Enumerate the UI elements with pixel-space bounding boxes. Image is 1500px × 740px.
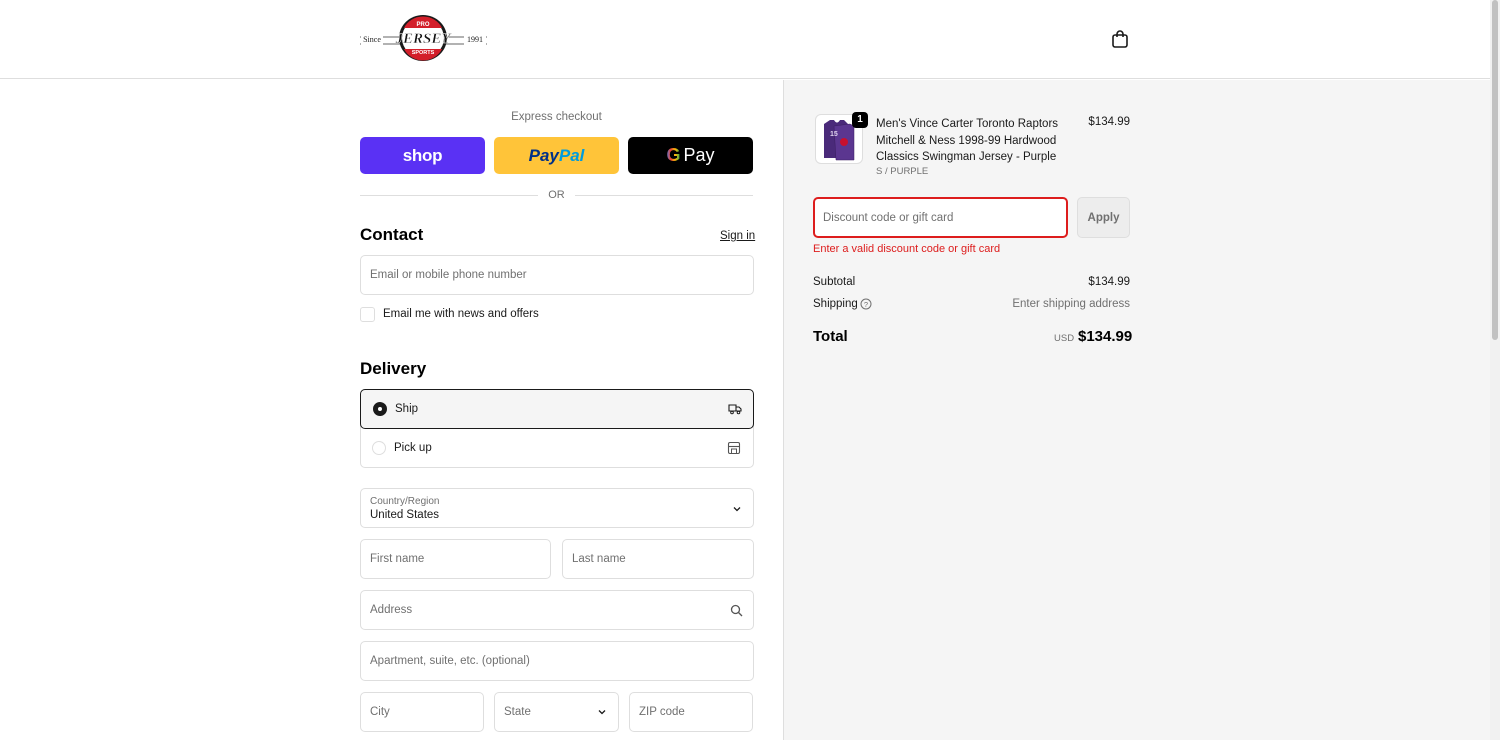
shop-pay-button[interactable]: shop bbox=[360, 137, 485, 174]
logo-pro-text: PRO bbox=[416, 22, 429, 28]
news-checkbox-label: Email me with news and offers bbox=[383, 308, 539, 320]
shipping-label: Shipping bbox=[813, 298, 858, 310]
apply-discount-button[interactable]: Apply bbox=[1077, 197, 1130, 238]
last-name-field[interactable]: Last name bbox=[562, 539, 754, 579]
ship-radio[interactable] bbox=[373, 402, 387, 416]
contact-title: Contact bbox=[360, 225, 424, 244]
zip-field[interactable]: ZIP code bbox=[629, 692, 753, 732]
country-select-label: Country/Region bbox=[370, 496, 440, 507]
shipping-value: Enter shipping address bbox=[1012, 298, 1130, 310]
subtotal-label: Subtotal bbox=[813, 276, 856, 288]
page-scrollbar[interactable] bbox=[1490, 0, 1500, 740]
address-placeholder: Address bbox=[370, 604, 413, 616]
chevron-down-icon bbox=[733, 507, 741, 512]
apartment-field[interactable]: Apartment, suite, etc. (optional) bbox=[360, 641, 754, 681]
email-field[interactable]: Email or mobile phone number bbox=[360, 255, 754, 295]
or-label: OR bbox=[548, 189, 565, 201]
delivery-option-ship[interactable]: Ship bbox=[360, 389, 754, 429]
discount-error-message: Enter a valid discount code or gift card bbox=[813, 243, 1001, 255]
paypal-button[interactable]: Pay Pal bbox=[494, 137, 619, 174]
page-header: Since 1991 PRO JERSEY SPORTS bbox=[0, 0, 1490, 79]
first-name-field[interactable]: First name bbox=[360, 539, 551, 579]
product-variant: S / PURPLE bbox=[876, 166, 929, 177]
total-value: $134.99 bbox=[1078, 328, 1133, 345]
address-field[interactable]: Address bbox=[360, 590, 754, 630]
total-label: Total bbox=[813, 328, 848, 345]
google-pay-button[interactable]: G Pay bbox=[628, 137, 753, 174]
store-icon bbox=[727, 441, 741, 455]
google-pay-label: Pay bbox=[683, 145, 715, 165]
logo-since-text: Since bbox=[363, 35, 381, 44]
discount-code-field[interactable]: Discount code or gift card bbox=[813, 197, 1068, 238]
jersey-number: 15 bbox=[830, 131, 838, 138]
product-price: $134.99 bbox=[1088, 116, 1130, 128]
sign-in-link[interactable]: Sign in bbox=[720, 230, 755, 242]
shop-pay-label: shop bbox=[402, 145, 443, 165]
state-select-label: State bbox=[504, 706, 531, 718]
country-select[interactable]: Country/Region United States bbox=[360, 488, 754, 528]
total-currency: USD bbox=[1054, 333, 1075, 344]
truck-icon bbox=[728, 404, 742, 415]
logo-sports-text: SPORTS bbox=[412, 50, 435, 56]
subtotal-value: $134.99 bbox=[1088, 276, 1130, 288]
search-icon bbox=[730, 604, 743, 617]
svg-text:?: ? bbox=[864, 300, 868, 309]
help-circle-icon[interactable]: ? bbox=[860, 298, 872, 310]
pickup-label: Pick up bbox=[394, 442, 432, 454]
city-field[interactable]: City bbox=[360, 692, 484, 732]
delivery-title: Delivery bbox=[360, 359, 427, 378]
chevron-down-icon bbox=[598, 710, 606, 715]
country-select-value: United States bbox=[370, 509, 440, 521]
store-logo[interactable]: Since 1991 PRO JERSEY SPORTS bbox=[360, 14, 487, 62]
delivery-option-pickup[interactable]: Pick up bbox=[360, 429, 754, 468]
logo-jersey-text: JERSEY bbox=[394, 31, 452, 47]
news-checkbox[interactable] bbox=[360, 307, 375, 322]
product-name: Men's Vince Carter Toronto Raptors Mitch… bbox=[876, 118, 1059, 163]
order-summary-panel bbox=[783, 80, 1490, 740]
pickup-radio[interactable] bbox=[372, 441, 386, 455]
express-checkout-label: Express checkout bbox=[511, 111, 602, 123]
google-g-icon: G bbox=[666, 145, 681, 165]
quantity-badge: 1 bbox=[852, 112, 868, 128]
paypal-label-pay: Pay bbox=[528, 145, 559, 165]
paypal-label-pal: Pal bbox=[558, 145, 585, 165]
scrollbar-thumb[interactable] bbox=[1492, 0, 1498, 340]
logo-year-text: 1991 bbox=[467, 35, 483, 44]
ship-label: Ship bbox=[395, 403, 419, 415]
shopping-bag-icon[interactable] bbox=[1109, 28, 1131, 50]
